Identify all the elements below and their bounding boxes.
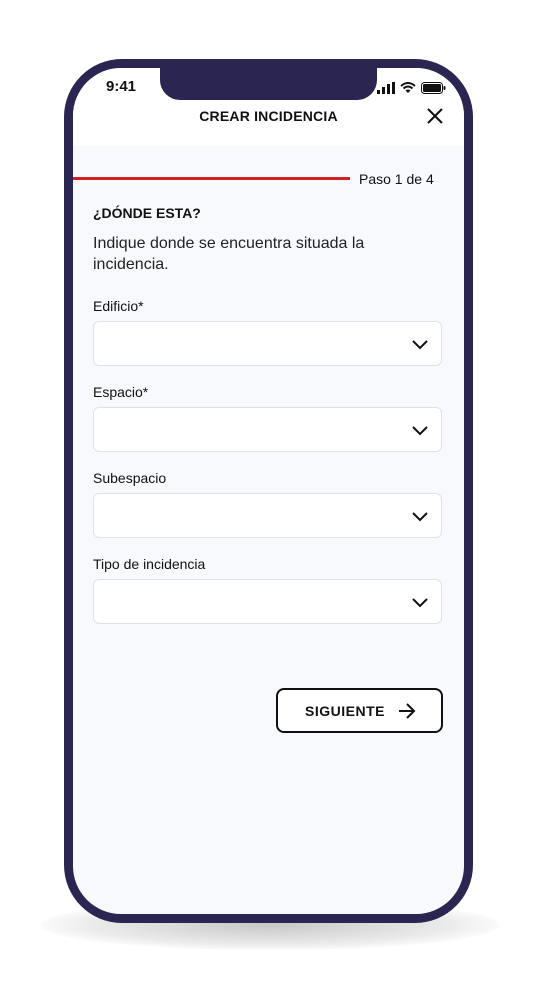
wifi-icon (400, 82, 416, 93)
progress-bar (73, 177, 350, 180)
field-label-subespacio: Subespacio (93, 470, 167, 486)
arrow-right-icon (399, 703, 416, 719)
edificio-select[interactable] (93, 321, 442, 366)
espacio-select[interactable] (93, 407, 442, 452)
close-icon[interactable] (424, 105, 446, 127)
next-button[interactable]: SIGUIENTE (276, 688, 443, 733)
field-label-espacio: Espacio* (93, 384, 149, 400)
chevron-down-icon (412, 512, 428, 522)
next-button-label: SIGUIENTE (305, 703, 385, 719)
status-icons (377, 80, 446, 94)
subespacio-select[interactable] (93, 493, 442, 538)
chevron-down-icon (412, 340, 428, 350)
page-title: CREAR INCIDENCIA (199, 108, 338, 124)
app-screen: 9:41 CREAR INCIDENCIA Paso 1 de 4 ¿DÓNDE… (73, 68, 464, 914)
tipo-incidencia-select[interactable] (93, 579, 442, 624)
battery-icon (421, 82, 446, 94)
signal-icon (377, 82, 395, 94)
section-description: Indique donde se encuentra situada la in… (93, 235, 365, 273)
step-indicator: Paso 1 de 4 (359, 171, 434, 187)
field-label-tipo-incidencia: Tipo de incidencia (93, 556, 206, 572)
chevron-down-icon (412, 598, 428, 608)
phone-notch (160, 68, 377, 100)
section-heading: ¿DÓNDE ESTA? (93, 205, 201, 221)
status-time: 9:41 (106, 78, 137, 95)
chevron-down-icon (412, 426, 428, 436)
field-label-edificio: Edificio* (93, 298, 144, 314)
